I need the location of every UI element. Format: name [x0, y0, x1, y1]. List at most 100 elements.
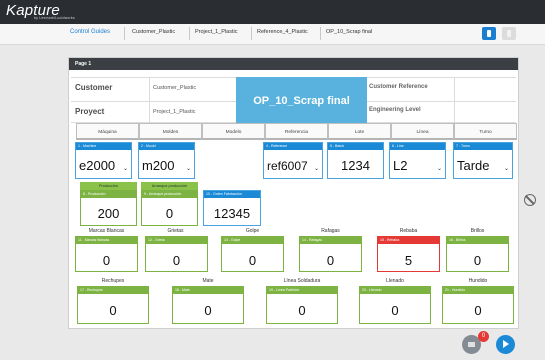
work-order-input[interactable]: 10 - Orden Fabricación 12345	[203, 190, 261, 226]
app-logo: Kapture by Lexmark/Lucidworks	[6, 2, 75, 20]
defect-label: Hundido	[468, 278, 488, 284]
field-value: 5	[404, 253, 413, 268]
column-header-moldes: Moldes	[139, 123, 202, 140]
defect-input-rechupes[interactable]: 17 - Rechupes 0	[77, 286, 149, 324]
defect-label: Rechupes	[101, 278, 125, 284]
defect-input-mate[interactable]: 18 - Mate 0	[172, 286, 244, 324]
field-title: 6 - Line	[390, 143, 445, 150]
mobile-view-button[interactable]	[482, 27, 496, 40]
notification-badge: 0	[478, 331, 489, 342]
field-title: 4 - Reference	[264, 143, 322, 150]
breadcrumb-control-guides[interactable]: Control Guides	[70, 29, 110, 35]
field-value: 0	[326, 253, 335, 268]
shift-select[interactable]: 7 - Turno Tarde ⌄	[453, 142, 513, 179]
defect-input-rafagas[interactable]: 14 - Rafagas 0	[299, 236, 362, 272]
defect-input-grietas[interactable]: 12 - Grieta 0	[145, 236, 208, 272]
field-title: 7 - Turno	[454, 143, 512, 150]
field-title: 8 - Producción	[81, 191, 136, 198]
defect-input-hundido[interactable]: 21 - Hundido 0	[442, 286, 514, 324]
app-logo-subtitle: by Lexmark/Lucidworks	[34, 16, 75, 20]
defect-input-rebaba[interactable]: 15 - Rebaba 5	[377, 236, 440, 272]
field-title: 16 - Brillos	[447, 237, 508, 244]
field-title: 12 - Grieta	[146, 237, 207, 244]
field-title: 11 - Marcas blancas	[76, 237, 137, 244]
project-value: Project_1_Plastic	[153, 109, 196, 115]
production-input[interactable]: 8 - Producción 200	[80, 190, 137, 226]
field-title: 17 - Rechupes	[78, 287, 148, 294]
customer-value: Customer_Plastic	[153, 85, 197, 91]
field-value: 0	[204, 303, 212, 318]
field-value: 0	[172, 253, 181, 268]
chevron-down-icon: ⌄	[313, 166, 319, 172]
control-guide-panel: Page 1 Customer Customer_Plastic Proyect…	[68, 57, 519, 329]
field-value: 0	[474, 303, 482, 318]
defect-label: Marcas Blancas	[88, 228, 125, 234]
project-label: Proyect	[75, 107, 105, 116]
breadcrumb-project[interactable]: Project_1_Plastic	[195, 29, 238, 35]
defect-input-llenado[interactable]: 20 - Llenado 0	[359, 286, 431, 324]
field-value: 0	[473, 253, 482, 268]
engineering-level-label: Engineering Level	[369, 107, 421, 113]
document-icon	[507, 30, 511, 37]
field-value: 0	[102, 253, 111, 268]
startup-production-tag: Arranque producción	[141, 182, 198, 190]
play-icon	[503, 340, 509, 348]
next-button[interactable]	[496, 335, 515, 354]
breadcrumb: Control Guides Customer_Plastic Project_…	[0, 24, 545, 45]
cancel-icon[interactable]	[524, 194, 536, 206]
defect-input-linea-soldadura[interactable]: 19 - Línea Partición 0	[266, 286, 338, 324]
field-title: 2 - Mould	[139, 143, 194, 150]
field-value: 0	[391, 303, 399, 318]
customer-reference-label: Customer Reference	[369, 84, 428, 90]
breadcrumb-reference[interactable]: Reference_4_Plastic	[257, 29, 308, 35]
field-title: 15 - Rebaba	[378, 237, 439, 244]
field-value: 0	[248, 253, 257, 268]
top-bar: Kapture by Lexmark/Lucidworks	[0, 0, 545, 24]
customer-label: Customer	[75, 83, 113, 92]
chevron-down-icon: ⌄	[436, 166, 442, 172]
field-value: 0	[298, 303, 306, 318]
chevron-down-icon: ⌄	[185, 166, 191, 172]
batch-input[interactable]: 5 - Batch 1234	[327, 142, 384, 179]
page-title: Page 1	[75, 61, 92, 67]
defect-label: Golpe	[245, 228, 260, 234]
breadcrumb-separator	[245, 27, 252, 40]
defect-label: Llenado	[386, 278, 404, 284]
defect-label: Rebaba	[399, 228, 418, 234]
chevron-down-icon: ⌄	[122, 166, 128, 172]
breadcrumb-current-op: OP_10_Scrap final	[326, 29, 373, 35]
line-select[interactable]: 6 - Line L2 ⌄	[389, 142, 446, 179]
startup-production-input[interactable]: 9 - Arranque producción 0	[141, 190, 198, 226]
column-header-linea: Línea	[391, 123, 454, 140]
panel-header: Page 1	[69, 58, 518, 70]
mould-select[interactable]: 2 - Mould m200 ⌄	[138, 142, 195, 179]
document-view-button[interactable]	[502, 27, 516, 40]
field-value: 200	[97, 206, 120, 221]
defect-label: Mate	[202, 278, 214, 284]
message-icon	[468, 342, 475, 347]
defect-input-brillos[interactable]: 16 - Brillos 0	[446, 236, 509, 272]
field-title: 10 - Orden Fabricación	[204, 191, 260, 198]
field-title: 5 - Batch	[328, 143, 383, 150]
breadcrumb-separator	[314, 27, 321, 40]
column-header-referencia: Referencia	[265, 123, 328, 140]
field-value: 0	[109, 303, 117, 318]
mobile-icon	[487, 30, 491, 37]
defect-input-marcas-blancas[interactable]: 11 - Marcas blancas 0	[75, 236, 138, 272]
defect-label: Brillos	[470, 228, 485, 234]
field-title: 13 - Golpe	[222, 237, 283, 244]
column-header-maquina: Máquina	[76, 123, 139, 140]
defect-label: Línea Soldadura	[283, 278, 321, 284]
column-header-modelo: Modelo	[202, 123, 265, 140]
breadcrumb-customer[interactable]: Customer_Plastic	[132, 29, 175, 35]
reference-select[interactable]: 4 - Reference ref6007 ⌄	[263, 142, 323, 179]
column-header-turno: Turno	[454, 123, 517, 140]
divider	[149, 77, 150, 122]
breadcrumb-separator	[183, 27, 190, 40]
field-title: 20 - Llenado	[360, 287, 430, 294]
operation-title: OP_10_Scrap final	[236, 77, 367, 125]
defect-input-golpe[interactable]: 13 - Golpe 0	[221, 236, 284, 272]
production-tag: Producción	[80, 182, 137, 190]
field-title: 9 - Arranque producción	[142, 191, 197, 198]
machine-select[interactable]: 1 - Machine e2000 ⌄	[75, 142, 132, 179]
